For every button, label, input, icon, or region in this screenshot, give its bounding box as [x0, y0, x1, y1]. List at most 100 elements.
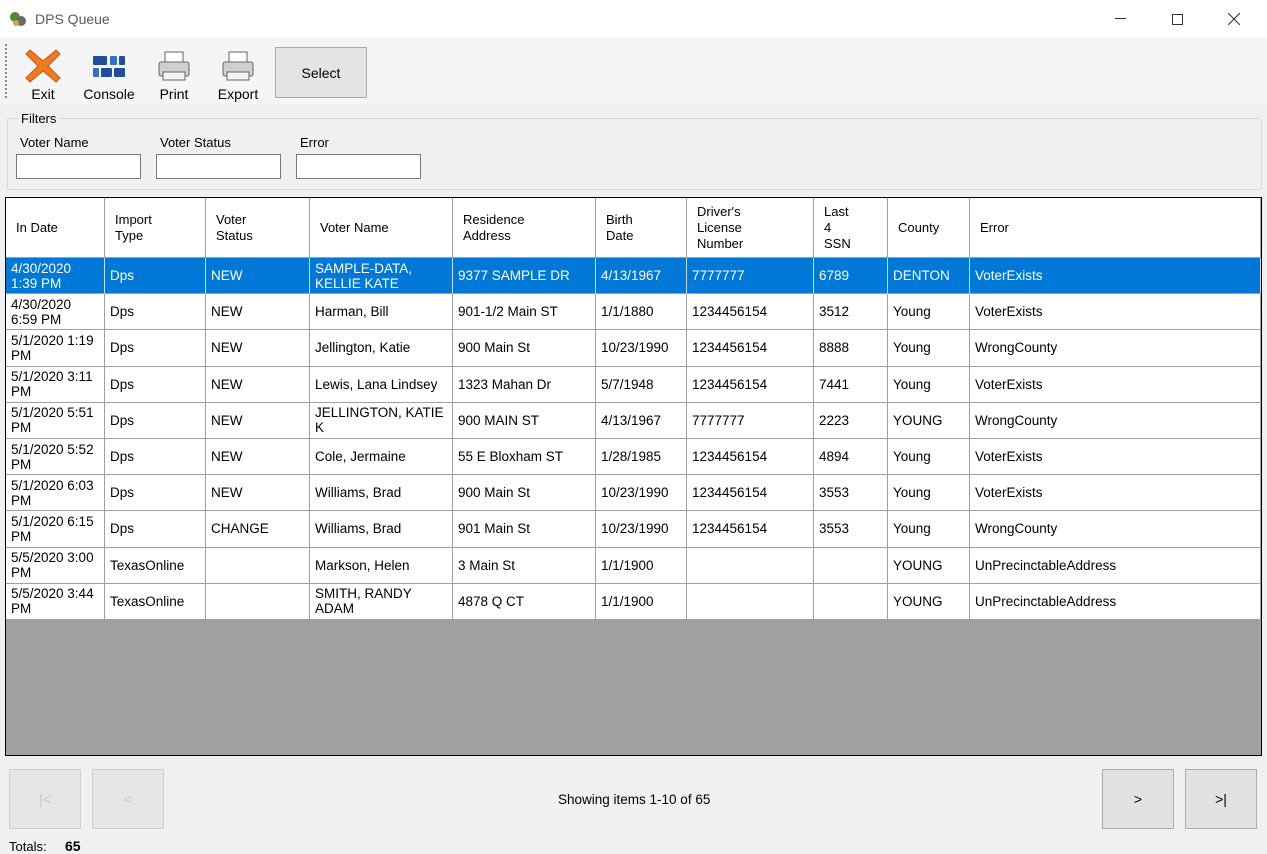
cell-drivers-license[interactable]: [687, 583, 814, 620]
cell-error[interactable]: UnPrecinctableAddress: [970, 547, 1261, 584]
cell-in-date[interactable]: 5/1/2020 5:51 PM: [6, 402, 105, 439]
cell-voter-status[interactable]: NEW: [206, 402, 310, 439]
minimize-button[interactable]: [1092, 0, 1148, 38]
cell-residence-address[interactable]: 901-1/2 Main ST: [453, 294, 596, 331]
cell-import-type[interactable]: Dps: [105, 439, 206, 476]
cell-residence-address[interactable]: 3 Main St: [453, 547, 596, 584]
cell-voter-name[interactable]: Williams, Brad: [310, 511, 453, 548]
cell-birth-date[interactable]: 4/13/1967: [596, 402, 687, 439]
cell-last4-ssn[interactable]: 6789: [814, 258, 888, 295]
cell-last4-ssn[interactable]: [814, 547, 888, 584]
cell-last4-ssn[interactable]: [814, 583, 888, 620]
cell-import-type[interactable]: Dps: [105, 475, 206, 512]
cell-county[interactable]: DENTON: [888, 258, 970, 295]
cell-drivers-license[interactable]: [687, 547, 814, 584]
cell-error[interactable]: WrongCounty: [970, 330, 1261, 367]
cell-error[interactable]: WrongCounty: [970, 511, 1261, 548]
cell-county[interactable]: Young: [888, 330, 970, 367]
cell-drivers-license[interactable]: 1234456154: [687, 439, 814, 476]
cell-error[interactable]: VoterExists: [970, 258, 1261, 295]
export-button[interactable]: Export: [212, 42, 264, 102]
cell-in-date[interactable]: 4/30/2020 6:59 PM: [6, 294, 105, 331]
table-row[interactable]: 5/1/2020 6:03 PM Dps NEW Williams, Brad 900 …: [6, 475, 1261, 512]
cell-birth-date[interactable]: 10/23/1990: [596, 475, 687, 512]
cell-residence-address[interactable]: 1323 Mahan Dr: [453, 366, 596, 403]
cell-in-date[interactable]: 5/1/2020 1:19 PM: [6, 330, 105, 367]
cell-last4-ssn[interactable]: 3553: [814, 511, 888, 548]
cell-birth-date[interactable]: 1/1/1880: [596, 294, 687, 331]
cell-voter-name[interactable]: Jellington, Katie: [310, 330, 453, 367]
maximize-button[interactable]: [1149, 0, 1205, 38]
cell-drivers-license[interactable]: 1234456154: [687, 366, 814, 403]
table-row[interactable]: 4/30/2020 6:59 PM Dps NEW Harman, Bill 901-1…: [6, 294, 1261, 331]
first-page-button[interactable]: |<: [9, 769, 81, 829]
select-button[interactable]: Select: [275, 47, 367, 98]
cell-last4-ssn[interactable]: 3512: [814, 294, 888, 331]
cell-error[interactable]: UnPrecinctableAddress: [970, 583, 1261, 620]
cell-in-date[interactable]: 5/1/2020 6:15 PM: [6, 511, 105, 548]
cell-county[interactable]: Young: [888, 294, 970, 331]
cell-residence-address[interactable]: 901 Main St: [453, 511, 596, 548]
cell-last4-ssn[interactable]: 3553: [814, 475, 888, 512]
cell-in-date[interactable]: 5/1/2020 6:03 PM: [6, 475, 105, 512]
column-header-voter-name[interactable]: Voter Name: [310, 198, 453, 258]
cell-county[interactable]: YOUNG: [888, 583, 970, 620]
cell-county[interactable]: YOUNG: [888, 547, 970, 584]
cell-residence-address[interactable]: 900 MAIN ST: [453, 402, 596, 439]
cell-drivers-license[interactable]: 1234456154: [687, 475, 814, 512]
column-header-import-type[interactable]: Import Type: [105, 198, 206, 258]
table-row[interactable]: 5/5/2020 3:44 PM TexasOnline SMITH, RANDY …: [6, 583, 1261, 620]
cell-error[interactable]: WrongCounty: [970, 402, 1261, 439]
cell-in-date[interactable]: 5/5/2020 3:00 PM: [6, 547, 105, 584]
table-row[interactable]: 5/1/2020 6:15 PM Dps CHANGE Williams, Brad 9…: [6, 511, 1261, 548]
table-row[interactable]: 5/1/2020 1:19 PM Dps NEW Jellington, Katie 9…: [6, 330, 1261, 367]
cell-birth-date[interactable]: 1/28/1985: [596, 439, 687, 476]
next-page-button[interactable]: >: [1102, 769, 1174, 829]
cell-drivers-license[interactable]: 1234456154: [687, 294, 814, 331]
cell-in-date[interactable]: 5/1/2020 5:52 PM: [6, 439, 105, 476]
cell-drivers-license[interactable]: 1234456154: [687, 330, 814, 367]
cell-county[interactable]: Young: [888, 439, 970, 476]
cell-in-date[interactable]: 5/1/2020 3:11 PM: [6, 366, 105, 403]
cell-import-type[interactable]: Dps: [105, 366, 206, 403]
voter-name-input[interactable]: [16, 154, 141, 179]
column-header-birth-date[interactable]: Birth Date: [596, 198, 687, 258]
cell-drivers-license[interactable]: 7777777: [687, 402, 814, 439]
cell-birth-date[interactable]: 5/7/1948: [596, 366, 687, 403]
cell-import-type[interactable]: TexasOnline: [105, 583, 206, 620]
cell-county[interactable]: Young: [888, 511, 970, 548]
cell-voter-name[interactable]: Cole, Jermaine: [310, 439, 453, 476]
cell-import-type[interactable]: TexasOnline: [105, 547, 206, 584]
cell-voter-name[interactable]: Williams, Brad: [310, 475, 453, 512]
cell-voter-status[interactable]: [206, 583, 310, 620]
cell-birth-date[interactable]: 10/23/1990: [596, 511, 687, 548]
column-header-county[interactable]: County: [888, 198, 970, 258]
console-button[interactable]: Console: [78, 42, 140, 102]
table-row[interactable]: 5/1/2020 5:52 PM Dps NEW Cole, Jermaine 55 E…: [6, 439, 1261, 476]
cell-residence-address[interactable]: 9377 SAMPLE DR: [453, 258, 596, 295]
table-row[interactable]: 5/5/2020 3:00 PM TexasOnline Markson, Hele…: [6, 547, 1261, 584]
table-row[interactable]: 5/1/2020 3:11 PM Dps NEW Lewis, Lana Lindse…: [6, 366, 1261, 403]
cell-error[interactable]: VoterExists: [970, 294, 1261, 331]
cell-residence-address[interactable]: 4878 Q CT: [453, 583, 596, 620]
cell-in-date[interactable]: 5/5/2020 3:44 PM: [6, 583, 105, 620]
close-button[interactable]: [1206, 0, 1262, 38]
exit-button[interactable]: Exit: [20, 42, 66, 102]
cell-voter-status[interactable]: NEW: [206, 366, 310, 403]
cell-voter-status[interactable]: [206, 547, 310, 584]
column-header-in-date[interactable]: In Date: [6, 198, 105, 258]
cell-last4-ssn[interactable]: 8888: [814, 330, 888, 367]
print-button[interactable]: Print: [152, 42, 196, 102]
cell-birth-date[interactable]: 1/1/1900: [596, 583, 687, 620]
cell-residence-address[interactable]: 900 Main St: [453, 330, 596, 367]
cell-last4-ssn[interactable]: 4894: [814, 439, 888, 476]
cell-voter-status[interactable]: NEW: [206, 294, 310, 331]
cell-error[interactable]: VoterExists: [970, 475, 1261, 512]
cell-voter-status[interactable]: NEW: [206, 439, 310, 476]
cell-birth-date[interactable]: 4/13/1967: [596, 258, 687, 295]
cell-drivers-license[interactable]: 1234456154: [687, 511, 814, 548]
cell-import-type[interactable]: Dps: [105, 330, 206, 367]
error-input[interactable]: [296, 154, 421, 179]
cell-import-type[interactable]: Dps: [105, 258, 206, 295]
cell-import-type[interactable]: Dps: [105, 294, 206, 331]
